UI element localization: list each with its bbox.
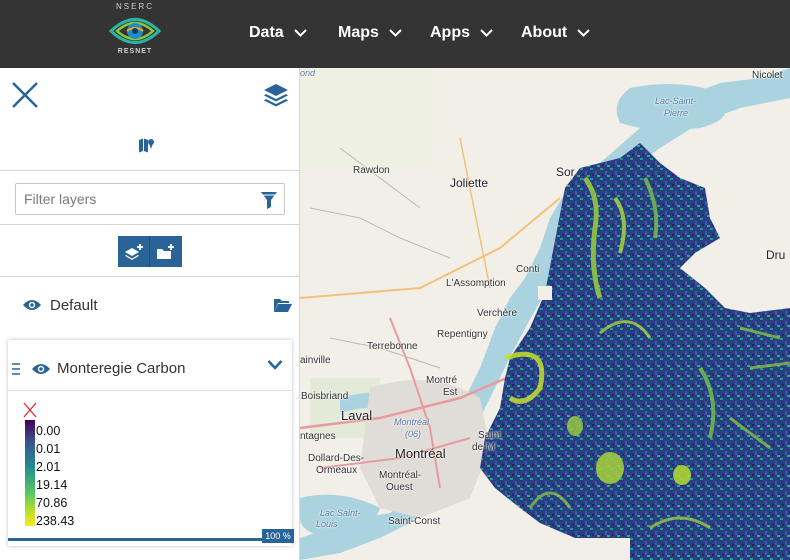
- map-label: Repentigny: [437, 329, 488, 340]
- filter-icon[interactable]: [260, 190, 280, 210]
- map-label: ntagnes: [300, 431, 336, 442]
- layers-button[interactable]: [262, 81, 292, 111]
- map-label: Laval: [341, 408, 373, 423]
- legend-value: 0.00: [36, 424, 61, 438]
- map-label: Montréal-: [379, 470, 422, 481]
- close-panel-button[interactable]: [10, 80, 40, 110]
- legend: 0.00 0.01 2.01 19.14 70.86 238.43: [36, 422, 74, 530]
- chevron-down-icon: [480, 29, 493, 37]
- add-layer-button[interactable]: [118, 236, 150, 267]
- loading-progress-bar: [8, 538, 292, 541]
- map-label: Montré: [426, 375, 458, 386]
- map-label: Verchère: [477, 308, 518, 319]
- map-canvas[interactable]: Nicolet Lac-Saint- Pierre Rawdon Joliett…: [300, 68, 790, 560]
- group-label: Default: [50, 297, 98, 314]
- nav-data[interactable]: Data: [249, 22, 307, 44]
- legend-value: 238.43: [36, 514, 75, 528]
- divider: [0, 170, 300, 171]
- map-label: Montréal: [394, 417, 430, 427]
- map-label: ond: [300, 68, 316, 78]
- top-navbar: NSERC RESNET Data Maps Apps About: [0, 0, 790, 68]
- close-icon: [12, 82, 38, 108]
- chevron-down-icon: [577, 29, 590, 37]
- chevron-down-icon: [293, 29, 307, 37]
- nav-apps[interactable]: Apps: [430, 22, 493, 44]
- logo-bottom-text: RESNET: [117, 48, 153, 55]
- chevron-down-icon: [389, 29, 402, 37]
- folder-open-icon[interactable]: [273, 297, 293, 318]
- map-label: Ormeaux: [316, 465, 358, 476]
- eye-icon[interactable]: [31, 362, 51, 381]
- chevron-down-icon[interactable]: [267, 358, 283, 376]
- map-label: Saint: [478, 430, 501, 441]
- divider: [0, 224, 300, 225]
- map-label: Boisbriand: [301, 391, 349, 402]
- filter-layers-input[interactable]: [16, 184, 252, 214]
- add-folder-icon: [157, 243, 174, 259]
- map-marker-icon: [139, 138, 154, 153]
- map-label: L'Assomption: [446, 278, 506, 289]
- legend-color-ramp: [25, 420, 35, 526]
- map-label: Louis: [316, 519, 338, 529]
- divider: [8, 390, 292, 391]
- legend-value: 0.01: [36, 442, 61, 456]
- eye-logo-icon: [109, 18, 161, 44]
- nserc-resnet-logo[interactable]: NSERC RESNET: [104, 2, 166, 62]
- layer-panel: Default Monteregie Carbon: [0, 68, 300, 560]
- map-label: ainville: [300, 355, 331, 366]
- map-label: Nicolet: [752, 70, 783, 81]
- remove-layer-icon[interactable]: [23, 402, 37, 418]
- map-label: Saint-Const: [388, 516, 441, 527]
- eye-icon[interactable]: [22, 298, 42, 317]
- map-basemap: [300, 68, 790, 560]
- map-label: Ouest: [386, 482, 413, 493]
- map-label: Est: [443, 387, 458, 398]
- nav-about[interactable]: About: [521, 22, 590, 44]
- map-label: Terrebonne: [367, 341, 418, 352]
- map-label: Montréal: [395, 446, 446, 461]
- logo-top-text: NSERC: [115, 2, 154, 11]
- map-label: Joliette: [450, 176, 489, 190]
- add-map-button[interactable]: [137, 136, 157, 156]
- nav-maps[interactable]: Maps: [338, 22, 402, 44]
- filter-layers-field[interactable]: [15, 183, 285, 215]
- layer-card-monteregie-carbon: Monteregie Carbon 0.00 0.01 2.01 19.14 7…: [8, 340, 294, 546]
- layer-label: Monteregie Carbon: [57, 360, 186, 377]
- layer-group-default[interactable]: Default: [0, 290, 300, 322]
- map-label: Dollard-Des-: [308, 453, 365, 464]
- map-label: Dru: [766, 248, 786, 262]
- map-label: de-M: [472, 442, 495, 453]
- map-label: Pierre: [664, 108, 689, 118]
- legend-value: 19.14: [36, 478, 68, 492]
- loading-progress-label: 100 %: [262, 529, 294, 543]
- map-label: (06): [405, 429, 422, 439]
- add-layer-icon: [124, 243, 143, 260]
- nav-apps-label: Apps: [430, 24, 470, 41]
- nav-data-label: Data: [249, 24, 284, 41]
- legend-value: 70.86: [36, 496, 68, 510]
- map-label: Sor: [556, 165, 575, 179]
- divider: [0, 276, 300, 277]
- map-label: Conti: [516, 264, 540, 275]
- legend-value: 2.01: [36, 460, 61, 474]
- nav-about-label: About: [521, 24, 568, 41]
- nav-maps-label: Maps: [338, 24, 379, 41]
- add-group-button[interactable]: [150, 236, 182, 267]
- layers-icon: [264, 84, 288, 107]
- map-label: Lac-Saint-: [655, 96, 697, 106]
- map-label: Rawdon: [353, 165, 390, 176]
- map-label: Lac Saint-: [320, 508, 361, 518]
- drag-handle-icon[interactable]: [12, 362, 20, 380]
- layer-actions: [118, 236, 182, 267]
